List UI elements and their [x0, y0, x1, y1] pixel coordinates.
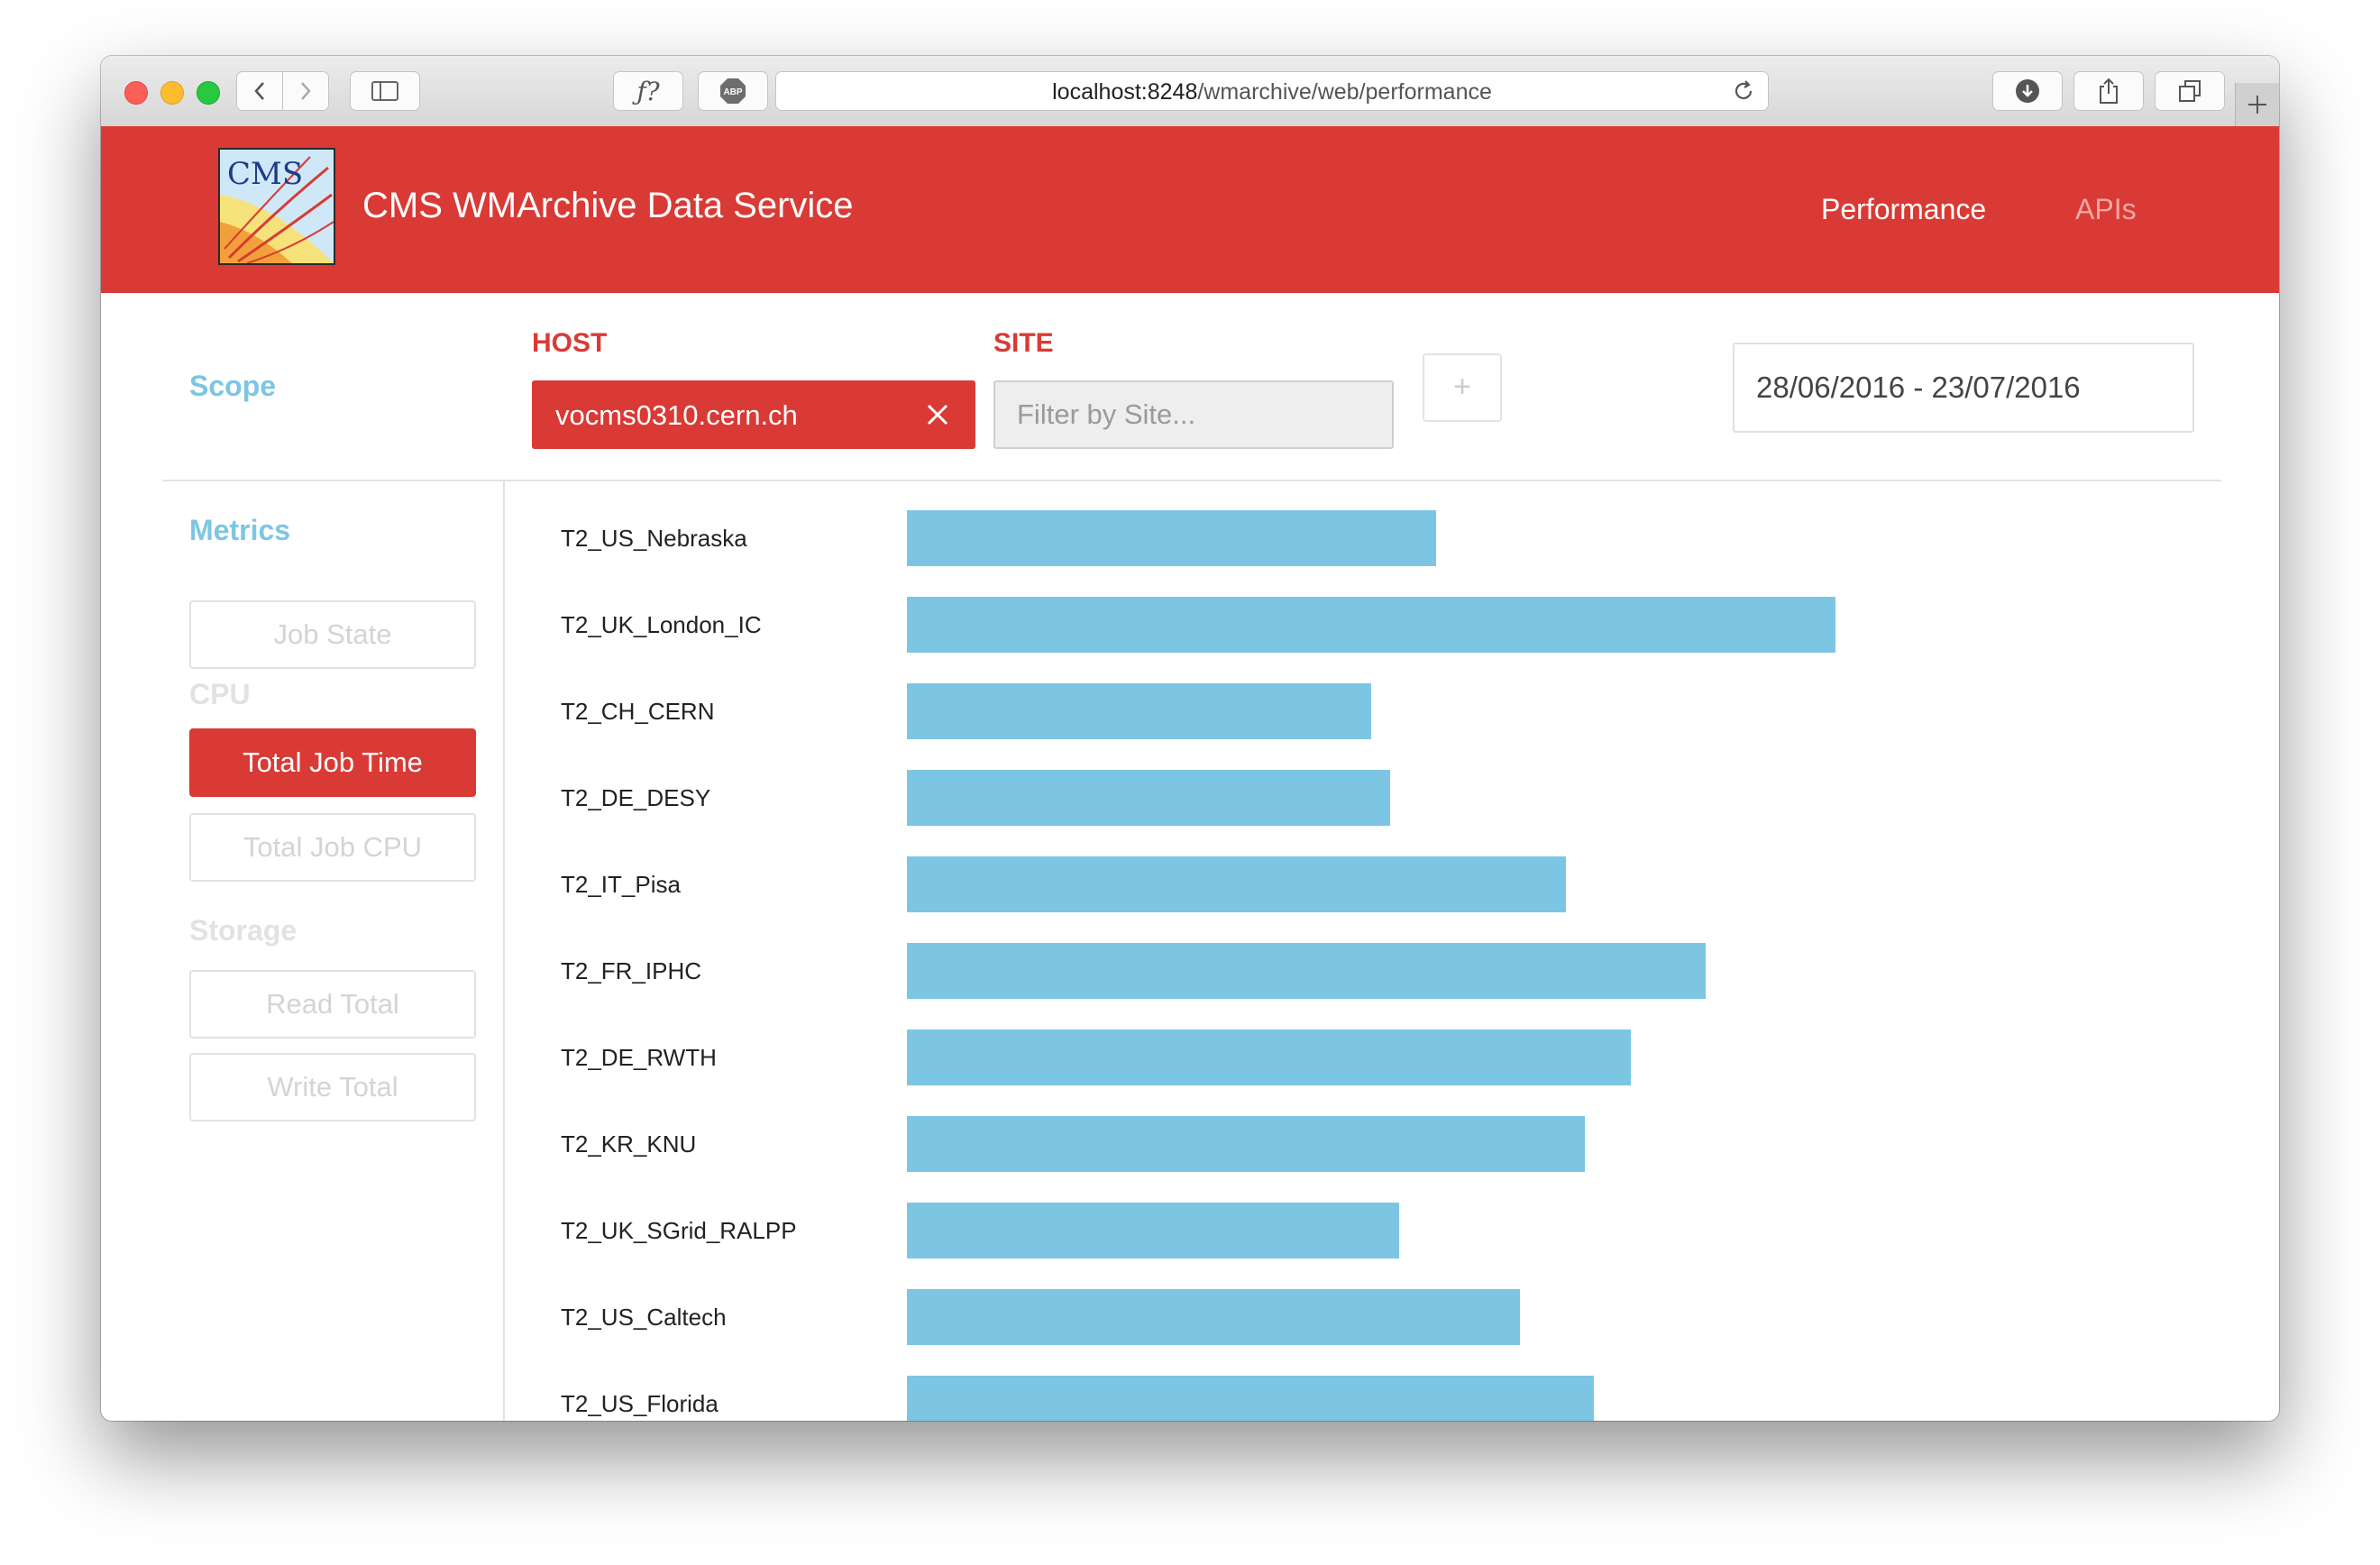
bar-label: T2_US_Nebraska: [561, 525, 747, 552]
reload-icon[interactable]: [1732, 79, 1755, 103]
bar-label: T2_UK_London_IC: [561, 611, 762, 638]
browser-window: ƒ? ABP localhost:8248/wmarchive/web/perf…: [101, 56, 2279, 1421]
nav-performance[interactable]: Performance: [1821, 193, 1986, 226]
url-path: /wmarchive/web/performance: [1197, 79, 1492, 105]
bar[interactable]: [907, 943, 1706, 999]
bar[interactable]: [907, 1376, 1594, 1421]
bar[interactable]: [907, 1289, 1520, 1345]
bar[interactable]: [907, 1030, 1631, 1085]
site-filter-input[interactable]: [993, 380, 1394, 449]
browser-toolbar: ƒ? ABP localhost:8248/wmarchive/web/perf…: [101, 56, 2279, 127]
function-icon: ƒ?: [636, 76, 660, 106]
share-button[interactable]: [2073, 71, 2144, 111]
tabs-icon: [2179, 80, 2201, 102]
logo-text: CMS: [227, 156, 303, 192]
zoom-window-button[interactable]: [197, 81, 220, 105]
bar[interactable]: [907, 1203, 1399, 1258]
storage-group-label: Storage: [189, 914, 298, 947]
read-total-button[interactable]: Read Total: [189, 970, 476, 1039]
sidebar-icon: [371, 81, 398, 101]
total-job-time-button[interactable]: Total Job Time: [189, 728, 476, 797]
new-tab-button[interactable]: [2235, 83, 2279, 126]
bar-label: T2_DE_DESY: [561, 784, 711, 811]
cms-logo: CMS: [218, 148, 335, 265]
bar-label: T2_FR_IPHC: [561, 957, 702, 984]
cpu-group-label: CPU: [189, 678, 251, 710]
cms-logo-graphic: CMS: [220, 150, 334, 263]
downloads-button[interactable]: [1992, 71, 2063, 111]
url-host: localhost:8248: [1052, 79, 1198, 105]
address-bar[interactable]: localhost:8248/wmarchive/web/performance: [775, 71, 1769, 111]
sidebar-toggle-button[interactable]: [350, 71, 420, 111]
app-header: CMS CMS WMArchive Data Service Performan…: [101, 126, 2279, 293]
chevron-right-icon: [301, 82, 311, 100]
bar-label: T2_IT_Pisa: [561, 871, 681, 898]
minimize-window-button[interactable]: [160, 81, 184, 105]
close-icon[interactable]: [925, 402, 950, 427]
job-state-button[interactable]: Job State: [189, 600, 476, 669]
bar[interactable]: [907, 1116, 1585, 1172]
url-text: localhost:8248/wmarchive/web/performance: [776, 79, 1768, 105]
host-filter-chip[interactable]: vocms0310.cern.ch: [532, 380, 975, 449]
host-label: HOST: [532, 328, 608, 358]
date-range-picker[interactable]: 28/06/2016 - 23/07/2016: [1733, 343, 2194, 433]
tabs-overview-button[interactable]: [2155, 71, 2225, 111]
bar[interactable]: [907, 597, 1835, 653]
svg-text:ABP: ABP: [723, 87, 742, 97]
download-icon: [2016, 79, 2039, 103]
adblock-icon: ABP: [720, 78, 746, 104]
write-total-button[interactable]: Write Total: [189, 1053, 476, 1121]
adblock-button[interactable]: ABP: [698, 71, 768, 111]
bar-label: T2_KR_KNU: [561, 1130, 697, 1158]
add-filter-button[interactable]: +: [1423, 353, 1502, 422]
divider: [162, 480, 2221, 481]
close-window-button[interactable]: [124, 81, 148, 105]
bar-label: T2_US_Florida: [561, 1390, 719, 1417]
app-title[interactable]: CMS WMArchive Data Service: [362, 186, 854, 226]
back-button[interactable]: [236, 71, 283, 111]
bar-label: T2_CH_CERN: [561, 698, 715, 725]
total-job-cpu-button[interactable]: Total Job CPU: [189, 813, 476, 882]
bar-label: T2_DE_RWTH: [561, 1044, 717, 1071]
bar[interactable]: [907, 856, 1566, 912]
host-value: vocms0310.cern.ch: [555, 399, 798, 431]
metrics-label: Metrics: [189, 514, 291, 546]
function-extension-button[interactable]: ƒ?: [613, 71, 683, 111]
scope-label: Scope: [189, 370, 277, 402]
nav-apis[interactable]: APIs: [2075, 193, 2137, 226]
plus-icon: [2248, 96, 2266, 114]
bar[interactable]: [907, 683, 1371, 739]
bar[interactable]: [907, 770, 1390, 826]
bar-label: T2_US_Caltech: [561, 1304, 727, 1331]
chevron-left-icon: [254, 82, 264, 100]
sidebar-divider: [503, 481, 505, 1421]
site-label: SITE: [993, 328, 1054, 358]
bar[interactable]: [907, 510, 1436, 566]
bar-label: T2_UK_SGrid_RALPP: [561, 1217, 797, 1244]
share-icon: [2100, 78, 2118, 104]
forward-button[interactable]: [282, 71, 329, 111]
